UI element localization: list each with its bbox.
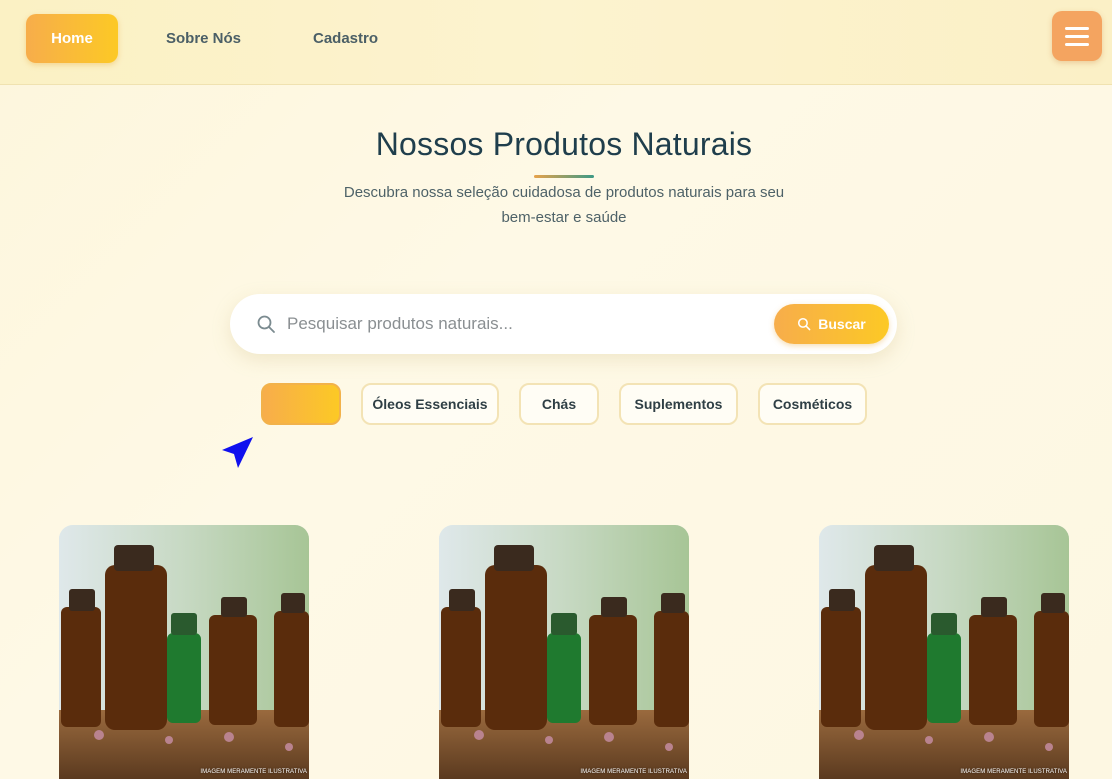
page-title: Nossos Produtos Naturais — [375, 126, 753, 162]
nav-home-button[interactable]: Home — [26, 14, 118, 63]
page-subtitle: Descubra nossa seleção cuidadosa de prod… — [343, 184, 785, 226]
nav-link-about[interactable]: Sobre Nós — [166, 14, 241, 63]
filter-chas[interactable]: Chás — [519, 383, 599, 425]
search-icon — [798, 317, 811, 331]
nav-link-register[interactable]: Cadastro — [313, 14, 378, 63]
title-underline — [534, 175, 594, 178]
filter-suplementos[interactable]: Suplementos — [619, 383, 738, 425]
navbar: Home Sobre Nós Cadastro — [0, 0, 1112, 85]
image-caption: IMAGEM MERAMENTE ILUSTRATIVA — [960, 769, 1067, 775]
filter-all[interactable] — [261, 383, 341, 425]
product-card[interactable]: IMAGEM MERAMENTE ILUSTRATIVA — [819, 525, 1069, 779]
hamburger-menu-icon — [1065, 26, 1089, 30]
product-image — [819, 525, 1069, 779]
hamburger-menu-button[interactable] — [1052, 11, 1102, 61]
image-caption: IMAGEM MERAMENTE ILUSTRATIVA — [200, 769, 307, 775]
filter-oleos-essenciais[interactable]: Óleos Essenciais — [361, 383, 499, 425]
search-button-label: Buscar — [818, 316, 866, 332]
image-caption: IMAGEM MERAMENTE ILUSTRATIVA — [580, 769, 687, 775]
product-image — [59, 525, 309, 779]
product-card[interactable]: IMAGEM MERAMENTE ILUSTRATIVA — [439, 525, 689, 779]
filter-cosmeticos[interactable]: Cosméticos — [758, 383, 867, 425]
search-icon — [257, 315, 275, 333]
search-button[interactable]: Buscar — [774, 304, 889, 344]
search-input[interactable] — [287, 309, 757, 339]
product-image — [439, 525, 689, 779]
mouse-cursor-icon — [222, 437, 253, 468]
product-card[interactable]: IMAGEM MERAMENTE ILUSTRATIVA — [59, 525, 309, 779]
